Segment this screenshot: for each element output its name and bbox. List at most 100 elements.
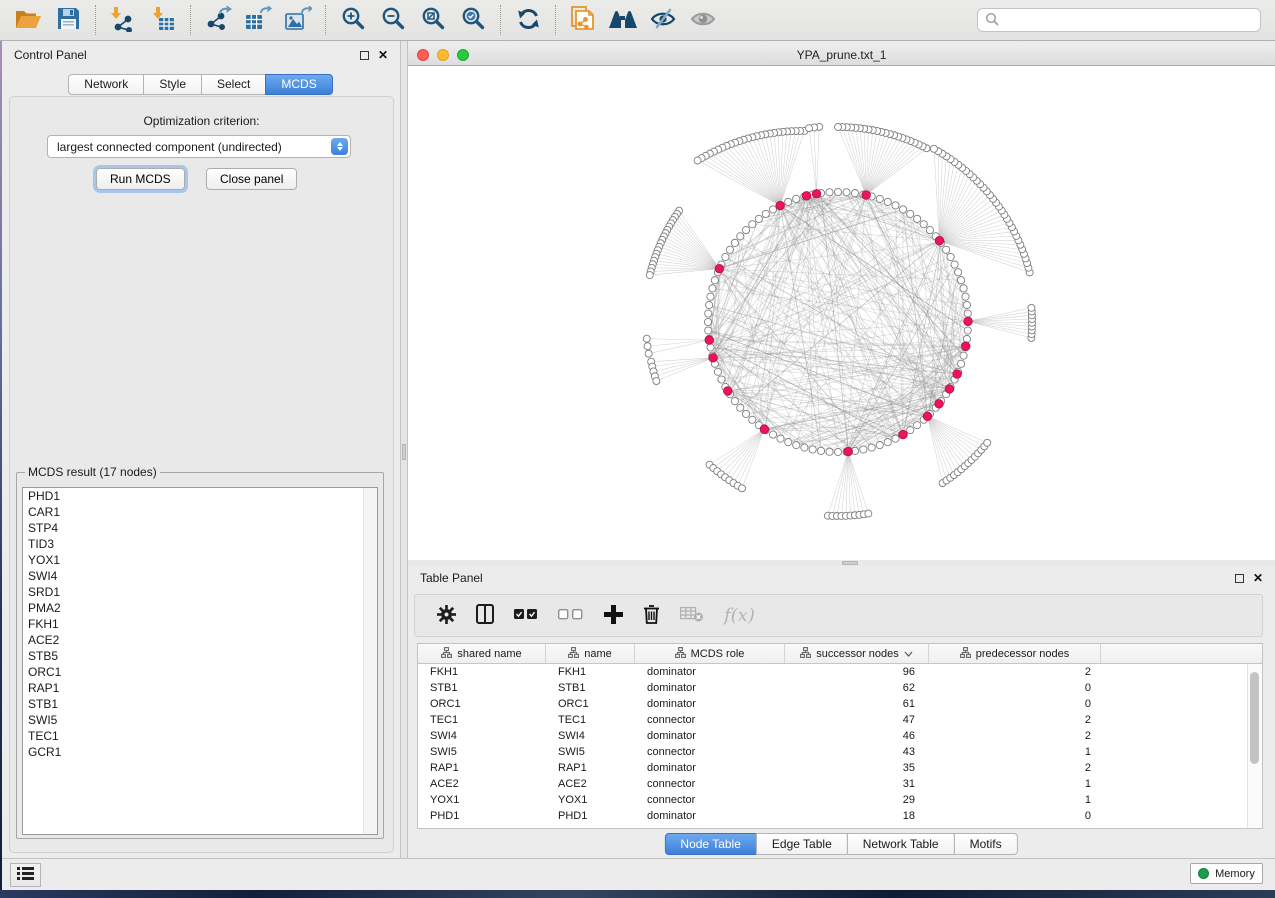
table-cell: dominator: [635, 762, 785, 774]
column-header-shared-name[interactable]: shared name: [418, 644, 546, 663]
export-network-button[interactable]: [198, 3, 238, 37]
tab-mcds[interactable]: MCDS: [265, 74, 332, 95]
column-header-successor-nodes[interactable]: successor nodes: [785, 644, 929, 663]
table-cell: 2: [929, 666, 1101, 678]
table-row[interactable]: TEC1TEC1connector472: [418, 712, 1262, 728]
optimization-criterion-value: largest connected component (undirected): [57, 140, 282, 154]
network-canvas[interactable]: [408, 66, 1275, 560]
tab-select[interactable]: Select: [201, 74, 266, 95]
zoom-selected-button[interactable]: [453, 3, 493, 37]
table-settings-button[interactable]: [437, 605, 456, 627]
toolbar-separator: [95, 5, 96, 35]
hierarchy-icon: [800, 647, 811, 661]
add-column-button[interactable]: [604, 605, 623, 627]
clone-network-button[interactable]: [563, 3, 603, 37]
network-view-title: YPA_prune.txt_1: [408, 48, 1275, 62]
table-row[interactable]: FKH1FKH1dominator962: [418, 664, 1262, 680]
close-window-icon[interactable]: [417, 49, 429, 61]
memory-button[interactable]: Memory: [1190, 863, 1263, 884]
deselect-all-button[interactable]: [558, 609, 584, 623]
tab-motifs[interactable]: Motifs: [954, 833, 1018, 855]
table-cell: STB1: [546, 682, 635, 694]
network-view-titlebar[interactable]: YPA_prune.txt_1: [408, 44, 1275, 66]
column-header-mcds-role[interactable]: MCDS role: [635, 644, 785, 663]
main-toolbar: [0, 0, 1275, 41]
mcds-tab-panel: Optimization criterion: largest connecte…: [9, 96, 394, 853]
mcds-result-item: TID3: [23, 536, 377, 552]
table-row[interactable]: STB1STB1dominator620: [418, 680, 1262, 696]
open-file-button[interactable]: [8, 3, 48, 37]
network-graph[interactable]: [408, 66, 1275, 560]
show-columns-button[interactable]: [476, 604, 494, 627]
status-bar: Memory: [0, 858, 1275, 890]
table-cell: 2: [929, 714, 1101, 726]
save-session-button[interactable]: [48, 3, 88, 37]
mcds-result-list[interactable]: PHD1CAR1STP4TID3YOX1SWI4SRD1PMA2FKH1ACE2…: [22, 487, 378, 835]
close-panel-button[interactable]: Close panel: [206, 168, 297, 190]
table-scrollbar[interactable]: [1247, 664, 1262, 828]
table-cell: ACE2: [546, 778, 635, 790]
tab-style[interactable]: Style: [143, 74, 202, 95]
float-panel-icon[interactable]: [360, 51, 369, 60]
vertical-splitter[interactable]: [400, 41, 408, 858]
maximize-window-icon[interactable]: [457, 49, 469, 61]
refresh-button[interactable]: [508, 3, 548, 37]
optimization-criterion-select[interactable]: largest connected component (undirected): [47, 135, 351, 158]
refresh-icon: [516, 7, 541, 34]
export-image-button[interactable]: [278, 3, 318, 37]
table-row[interactable]: YOX1YOX1connector291: [418, 792, 1262, 808]
search-input[interactable]: [999, 13, 1253, 27]
table-panel-title: Table Panel: [420, 571, 483, 585]
import-network-button[interactable]: [103, 3, 143, 37]
table-row[interactable]: SWI5SWI5connector431: [418, 744, 1262, 760]
control-panel: Control Panel ✕ Network Style Select MCD…: [2, 41, 400, 858]
export-table-button[interactable]: [238, 3, 278, 37]
table-row[interactable]: RAP1RAP1dominator352: [418, 760, 1262, 776]
float-panel-icon[interactable]: [1235, 574, 1244, 583]
import-table-button[interactable]: [143, 3, 183, 37]
show-all-button[interactable]: [683, 3, 723, 37]
first-neighbors-button[interactable]: [603, 3, 643, 37]
task-history-button[interactable]: [10, 863, 41, 887]
run-mcds-button[interactable]: Run MCDS: [96, 168, 185, 190]
table-cell: 62: [785, 682, 929, 694]
table-cell: dominator: [635, 698, 785, 710]
hierarchy-icon: [675, 647, 686, 661]
close-panel-icon[interactable]: ✕: [378, 51, 388, 60]
splitter-grip[interactable]: [402, 444, 406, 460]
table-cell: FKH1: [546, 666, 635, 678]
application-window: Control Panel ✕ Network Style Select MCD…: [0, 0, 1275, 898]
table-tabs: Node Table Edge Table Network Table Moti…: [665, 833, 1017, 855]
tab-network[interactable]: Network: [68, 74, 144, 95]
table-row[interactable]: ACE2ACE2connector311: [418, 776, 1262, 792]
tab-node-table[interactable]: Node Table: [664, 833, 757, 855]
minimize-window-icon[interactable]: [437, 49, 449, 61]
mcds-list-scrollbar[interactable]: [363, 488, 377, 834]
zoom-in-button[interactable]: [333, 3, 373, 37]
delete-column-button[interactable]: [643, 604, 660, 627]
control-panel-titlebar: Control Panel ✕: [2, 41, 400, 69]
hide-selected-button[interactable]: [643, 3, 683, 37]
import-table-icon: [150, 6, 176, 35]
splitter-grip[interactable]: [842, 561, 858, 565]
table-row[interactable]: PHD1PHD1dominator180: [418, 808, 1262, 824]
column-header-predecessor-nodes[interactable]: predecessor nodes: [929, 644, 1101, 663]
table-cell: 0: [929, 682, 1101, 694]
table-cell: PHD1: [418, 810, 546, 822]
zoom-out-button[interactable]: [373, 3, 413, 37]
search-field[interactable]: [977, 8, 1261, 32]
select-all-button[interactable]: [514, 609, 538, 623]
table-row[interactable]: SWI4SWI4dominator462: [418, 728, 1262, 744]
table-cell: TEC1: [546, 714, 635, 726]
column-header-name[interactable]: name: [546, 644, 635, 663]
export-table-icon: [245, 6, 272, 35]
toolbar-separator: [325, 5, 326, 35]
tab-network-table[interactable]: Network Table: [847, 833, 955, 855]
table-scrollbar-thumb[interactable]: [1250, 672, 1259, 764]
table-row[interactable]: ORC1ORC1dominator610: [418, 696, 1262, 712]
zoom-fit-button[interactable]: [413, 3, 453, 37]
tab-edge-table[interactable]: Edge Table: [756, 833, 848, 855]
toolbar-separator: [500, 5, 501, 35]
close-panel-icon[interactable]: ✕: [1253, 574, 1263, 583]
table-cell: dominator: [635, 666, 785, 678]
